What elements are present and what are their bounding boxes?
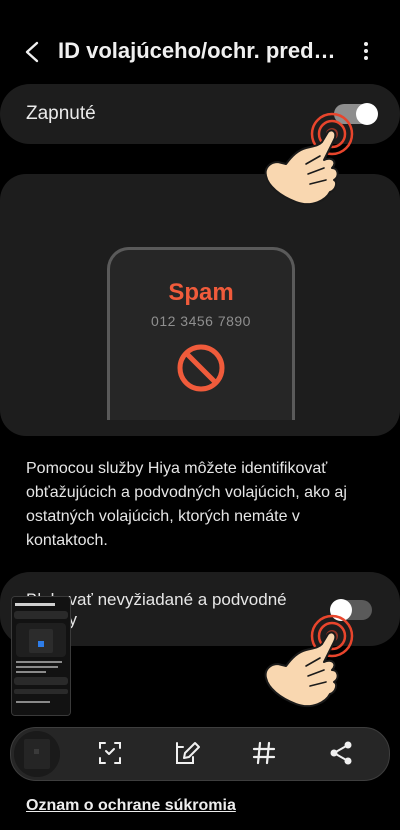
tap-hand-icon: [264, 614, 354, 708]
crop-icon: [99, 742, 121, 764]
more-vertical-icon: [364, 42, 368, 60]
main-switch-label: Zapnuté: [26, 103, 96, 124]
preview-image: [14, 731, 60, 777]
phone-number: 012 3456 7890: [151, 313, 251, 329]
block-icon: [177, 344, 225, 392]
hashtag-icon: [252, 741, 276, 765]
hashtag-button[interactable]: [249, 738, 279, 768]
spam-label: Spam: [168, 279, 234, 306]
privacy-notice-link[interactable]: Oznam o ochrane súkromia: [26, 797, 236, 815]
back-button[interactable]: [16, 36, 48, 68]
edit-icon: [176, 742, 200, 764]
share-icon: [330, 741, 352, 765]
tap-hand-icon: [264, 112, 354, 206]
screenshot-thumbnail[interactable]: [11, 596, 71, 716]
more-options-button[interactable]: [354, 36, 378, 66]
screenshot-preview-image: [12, 597, 70, 715]
description-text: Pomocou služby Hiya môžete identifikovať…: [26, 460, 347, 549]
chevron-left-icon: [25, 41, 39, 63]
toolbar-preview[interactable]: [14, 731, 60, 777]
crop-button[interactable]: [95, 738, 125, 768]
share-button[interactable]: [326, 738, 356, 768]
phone-illustration: [107, 247, 295, 420]
page-title: ID volajúceho/ochr. pred…: [58, 38, 336, 63]
edit-button[interactable]: [172, 738, 202, 768]
